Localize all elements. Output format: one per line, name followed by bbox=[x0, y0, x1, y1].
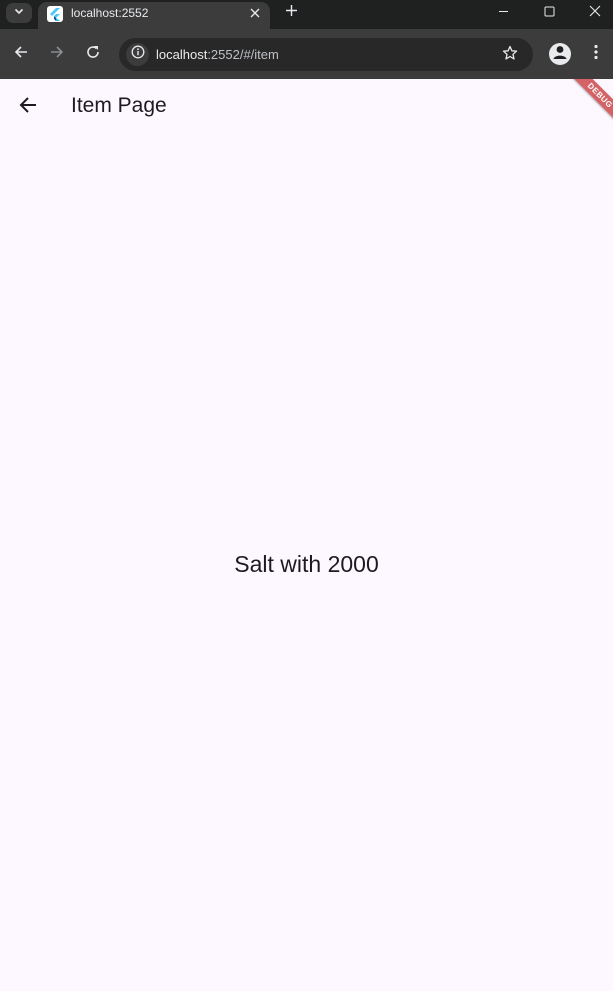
flutter-favicon-icon bbox=[47, 6, 63, 22]
page-title: Item Page bbox=[71, 94, 167, 117]
minimize-icon bbox=[498, 4, 509, 22]
close-icon bbox=[589, 4, 601, 22]
window-maximize-button[interactable] bbox=[526, 0, 572, 25]
chevron-down-icon bbox=[13, 4, 25, 22]
browser-tabstrip: localhost:2552 bbox=[0, 0, 613, 29]
info-icon bbox=[131, 45, 145, 64]
window-minimize-button[interactable] bbox=[480, 0, 526, 25]
url-path: :2552/#/item bbox=[207, 47, 279, 62]
profile-button[interactable] bbox=[549, 43, 571, 65]
browser-forward-button[interactable] bbox=[45, 42, 69, 66]
address-bar[interactable]: localhost:2552/#/item bbox=[119, 38, 533, 71]
app-page: Item Page Salt with 2000 DEBUG bbox=[0, 79, 613, 991]
arrow-left-icon bbox=[13, 44, 29, 65]
more-vert-icon bbox=[594, 44, 598, 65]
close-icon bbox=[250, 5, 260, 23]
tab-title: localhost:2552 bbox=[71, 6, 149, 20]
url-host: localhost bbox=[156, 47, 208, 62]
plus-icon bbox=[285, 4, 298, 22]
site-info-button[interactable] bbox=[126, 43, 149, 66]
maximize-icon bbox=[544, 4, 555, 22]
new-tab-button[interactable] bbox=[281, 3, 301, 23]
browser-reload-button[interactable] bbox=[81, 42, 105, 66]
url-text: localhost:2552/#/item bbox=[156, 47, 279, 62]
item-text: Salt with 2000 bbox=[234, 551, 379, 577]
bookmark-button[interactable] bbox=[500, 45, 520, 65]
browser-back-button[interactable] bbox=[9, 42, 33, 66]
tab-search-button[interactable] bbox=[6, 3, 32, 23]
app-back-button[interactable] bbox=[8, 87, 48, 127]
star-icon bbox=[502, 45, 518, 66]
arrow-right-icon bbox=[49, 44, 65, 65]
browser-tab[interactable]: localhost:2552 bbox=[38, 2, 270, 29]
tab-close-button[interactable] bbox=[246, 5, 264, 23]
app-bar: Item Page bbox=[0, 79, 613, 135]
reload-icon bbox=[85, 44, 101, 65]
browser-menu-button[interactable] bbox=[585, 42, 607, 66]
window-close-button[interactable] bbox=[572, 0, 613, 25]
person-icon bbox=[549, 43, 571, 65]
arrow-back-icon bbox=[18, 95, 38, 120]
browser-toolbar: localhost:2552/#/item bbox=[0, 29, 613, 79]
